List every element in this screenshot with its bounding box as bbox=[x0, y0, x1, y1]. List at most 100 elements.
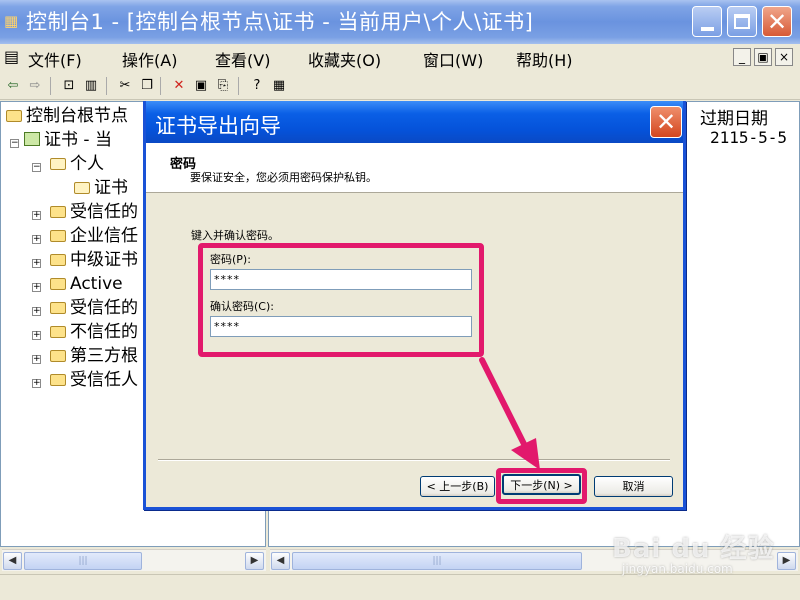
folder-icon bbox=[50, 374, 66, 386]
menu-help[interactable]: 帮助(H) bbox=[516, 47, 573, 71]
cert-expiry-cell[interactable]: 2115-5-5 bbox=[710, 128, 787, 147]
status-bar bbox=[0, 574, 800, 600]
tree-item-untrusted[interactable]: 不信任的 bbox=[50, 320, 138, 344]
tree-item-label: Active bbox=[70, 274, 123, 294]
password-label: 密码(P): bbox=[210, 253, 251, 266]
folder-icon bbox=[50, 206, 66, 218]
dialog-close-button[interactable]: ✕ bbox=[650, 106, 682, 138]
dialog-title: 证书导出向导 bbox=[155, 114, 281, 138]
cut-icon[interactable]: ✂ bbox=[116, 77, 134, 95]
folder-open-icon bbox=[50, 158, 66, 170]
tree-item-trusted-people[interactable]: 受信任人 bbox=[50, 368, 138, 392]
certificate-store-icon bbox=[24, 132, 40, 146]
toolbar: ⇦ ⇨ ⊡ ▥ ✂ ❐ ✕ ▣ ⎘ ? ▦ bbox=[0, 72, 800, 100]
help-icon[interactable]: ? bbox=[248, 77, 266, 95]
folder-icon bbox=[50, 326, 66, 338]
tree-item-label: 中级证书 bbox=[70, 250, 138, 270]
scroll-left-arrow-icon[interactable]: ◀ bbox=[3, 552, 22, 570]
expand-toggle[interactable]: + bbox=[32, 331, 41, 340]
mdi-restore-button[interactable]: ▣ bbox=[754, 48, 772, 66]
close-icon: ✕ bbox=[766, 7, 788, 36]
copy-icon[interactable]: ❐ bbox=[138, 77, 156, 95]
watermark-url: jingyan.baidu.com bbox=[622, 562, 733, 576]
main-window-title: 控制台1 - [控制台根节点\证书 - 当前用户\个人\证书] bbox=[26, 10, 534, 34]
scroll-right-arrow-icon[interactable]: ▶ bbox=[245, 552, 264, 570]
tree-item-enterprise-trust[interactable]: 企业信任 bbox=[50, 224, 138, 248]
expand-toggle[interactable]: + bbox=[32, 283, 41, 292]
dialog-title-bar: 证书导出向导 ✕ bbox=[146, 101, 683, 143]
toolbar-separator bbox=[50, 77, 51, 95]
minimize-icon bbox=[700, 26, 714, 31]
tree-item-label: 证书 bbox=[94, 178, 128, 198]
tree-item-certificates-current-user[interactable]: 证书 - 当 bbox=[24, 128, 112, 152]
column-header-expiry[interactable]: 过期日期 bbox=[700, 104, 768, 129]
tree-item-trusted-publishers[interactable]: 受信任的 bbox=[50, 296, 138, 320]
wizard-header: 密码 要保证安全，您必须用密码保护私钥。 bbox=[146, 143, 683, 193]
toolbar-separator bbox=[106, 77, 107, 95]
menu-bar: ▤ 文件(F) 操作(A) 查看(V) 收藏夹(O) 窗口(W) 帮助(H) bbox=[0, 44, 800, 72]
menu-action[interactable]: 操作(A) bbox=[122, 47, 177, 71]
collapse-toggle[interactable]: − bbox=[10, 139, 19, 148]
folder-icon bbox=[50, 350, 66, 362]
folder-icon bbox=[50, 254, 66, 266]
tree-item-trusted-root[interactable]: 受信任的 bbox=[50, 200, 138, 224]
tree-item-label: 个人 bbox=[70, 154, 104, 174]
tree-item-active-directory[interactable]: Active bbox=[50, 272, 123, 296]
menu-view[interactable]: 查看(V) bbox=[215, 47, 270, 71]
tree-item-personal-certificates[interactable]: 证书 bbox=[74, 176, 128, 200]
confirm-password-label: 确认密码(C): bbox=[210, 300, 274, 313]
minimize-button[interactable] bbox=[692, 6, 722, 37]
up-one-level-icon[interactable]: ⊡ bbox=[60, 77, 78, 95]
show-hide-tree-icon[interactable]: ▥ bbox=[82, 77, 100, 95]
tree-item-label: 第三方根 bbox=[70, 346, 138, 366]
expand-toggle[interactable]: + bbox=[32, 355, 41, 364]
tree-item-intermediate-ca[interactable]: 中级证书 bbox=[50, 248, 138, 272]
cancel-button[interactable]: 取消 bbox=[594, 476, 673, 497]
scroll-left-arrow-icon[interactable]: ◀ bbox=[271, 552, 290, 570]
folder-open-icon bbox=[74, 182, 90, 194]
mdi-minimize-button[interactable]: _ bbox=[733, 48, 751, 66]
main-title-bar: ▦ 控制台1 - [控制台根节点\证书 - 当前用户\个人\证书] ✕ bbox=[0, 0, 800, 44]
scroll-right-arrow-icon[interactable]: ▶ bbox=[777, 552, 796, 570]
properties-icon[interactable]: ▣ bbox=[192, 77, 210, 95]
tree-item-label: 受信任的 bbox=[70, 298, 138, 318]
menu-window[interactable]: 窗口(W) bbox=[423, 47, 483, 71]
tree-horizontal-scrollbar[interactable]: ◀ ||| ▶ bbox=[2, 549, 266, 571]
folder-icon bbox=[50, 230, 66, 242]
close-window-button[interactable]: ✕ bbox=[762, 6, 792, 37]
tree-item-label: 受信任人 bbox=[70, 370, 138, 390]
action-pane-icon[interactable]: ▦ bbox=[270, 77, 288, 95]
back-button[interactable]: < 上一步(B) bbox=[420, 476, 495, 497]
tree-item-third-party-root[interactable]: 第三方根 bbox=[50, 344, 138, 368]
delete-icon[interactable]: ✕ bbox=[170, 77, 188, 95]
collapse-toggle[interactable]: − bbox=[32, 163, 41, 172]
tree-item-label: 控制台根节点 bbox=[26, 106, 128, 126]
confirm-password-field[interactable]: **** bbox=[210, 316, 472, 337]
maximize-button[interactable] bbox=[727, 6, 757, 37]
tree-item-console-root[interactable]: 控制台根节点 bbox=[6, 104, 128, 128]
back-arrow-icon[interactable]: ⇦ bbox=[4, 77, 22, 95]
instruction-text: 键入并确认密码。 bbox=[191, 229, 279, 242]
tree-item-label: 受信任的 bbox=[70, 202, 138, 222]
menu-favorites[interactable]: 收藏夹(O) bbox=[308, 47, 381, 71]
wizard-page-subtitle: 要保证安全，您必须用密码保护私钥。 bbox=[190, 171, 377, 184]
password-field[interactable]: **** bbox=[210, 269, 472, 290]
toolbar-separator bbox=[238, 77, 239, 95]
mdi-system-menu-icon[interactable]: ▤ bbox=[4, 47, 19, 66]
maximize-icon bbox=[734, 14, 750, 29]
expand-toggle[interactable]: + bbox=[32, 379, 41, 388]
mdi-close-button[interactable]: × bbox=[775, 48, 793, 66]
expand-toggle[interactable]: + bbox=[32, 259, 41, 268]
folder-icon bbox=[6, 110, 22, 122]
expand-toggle[interactable]: + bbox=[32, 211, 41, 220]
next-button[interactable]: 下一步(N) > bbox=[502, 474, 581, 495]
menu-file[interactable]: 文件(F) bbox=[28, 47, 82, 71]
scroll-thumb[interactable]: ||| bbox=[24, 552, 142, 570]
scroll-thumb[interactable]: ||| bbox=[292, 552, 582, 570]
tree-item-personal[interactable]: 个人 bbox=[50, 152, 104, 176]
folder-icon bbox=[50, 278, 66, 290]
expand-toggle[interactable]: + bbox=[32, 307, 41, 316]
export-list-icon[interactable]: ⎘ bbox=[214, 77, 232, 95]
expand-toggle[interactable]: + bbox=[32, 235, 41, 244]
forward-arrow-icon[interactable]: ⇨ bbox=[26, 77, 44, 95]
